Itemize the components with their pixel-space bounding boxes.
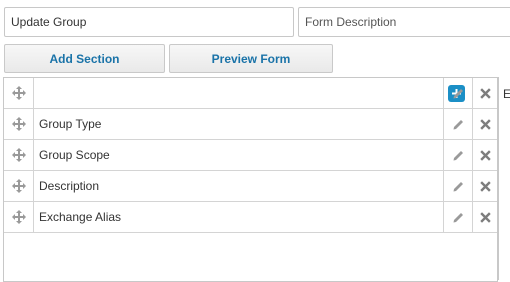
add-section-label: Add Section bbox=[49, 51, 120, 66]
form-fields-grid: Group Type Group Scope Description Excha… bbox=[3, 77, 498, 282]
clipped-column-text: E bbox=[503, 87, 510, 101]
preview-form-button[interactable]: Preview Form bbox=[169, 44, 333, 73]
delete-button[interactable] bbox=[472, 109, 497, 139]
drag-handle[interactable] bbox=[4, 202, 34, 232]
header-label-cell bbox=[34, 78, 465, 108]
edit-button[interactable] bbox=[443, 140, 472, 170]
edit-button[interactable] bbox=[443, 202, 472, 232]
table-row: Exchange Alias bbox=[4, 202, 497, 233]
close-icon bbox=[479, 149, 491, 161]
field-label: Group Type bbox=[34, 109, 443, 139]
pencil-icon bbox=[453, 150, 463, 160]
pencil-icon bbox=[453, 181, 463, 191]
header-drag-cell[interactable] bbox=[4, 78, 34, 108]
table-row: Description bbox=[4, 171, 497, 202]
header-edit-cell[interactable] bbox=[443, 78, 472, 108]
delete-button[interactable] bbox=[472, 140, 497, 170]
table-row: Group Scope bbox=[4, 140, 497, 171]
drag-handle[interactable] bbox=[4, 140, 34, 170]
form-name-input[interactable]: Update Group bbox=[4, 7, 294, 37]
pencil-icon bbox=[453, 88, 463, 98]
field-label-text: Group Type bbox=[39, 117, 102, 131]
field-label-text: Exchange Alias bbox=[39, 210, 122, 224]
pencil-icon bbox=[453, 119, 463, 129]
grid-header-row bbox=[4, 78, 497, 109]
drag-handle[interactable] bbox=[4, 171, 34, 201]
pencil-icon bbox=[453, 212, 463, 222]
delete-button[interactable] bbox=[472, 202, 497, 232]
field-label: Group Scope bbox=[34, 140, 443, 170]
move-icon bbox=[11, 117, 26, 131]
edit-button[interactable] bbox=[443, 109, 472, 139]
field-label: Description bbox=[34, 171, 443, 201]
preview-form-label: Preview Form bbox=[211, 51, 291, 66]
close-icon bbox=[479, 180, 491, 192]
table-row: Group Type bbox=[4, 109, 497, 140]
move-icon bbox=[11, 179, 26, 193]
drag-handle[interactable] bbox=[4, 109, 34, 139]
move-icon bbox=[11, 210, 26, 224]
add-section-button[interactable]: Add Section bbox=[4, 44, 165, 73]
edit-button[interactable] bbox=[443, 171, 472, 201]
field-label-text: Group Scope bbox=[39, 148, 110, 162]
move-icon bbox=[11, 148, 26, 162]
panel-divider bbox=[498, 77, 499, 280]
field-label: Exchange Alias bbox=[34, 202, 443, 232]
close-icon bbox=[479, 87, 491, 99]
header-delete-cell[interactable] bbox=[472, 78, 497, 108]
delete-button[interactable] bbox=[472, 171, 497, 201]
move-icon bbox=[11, 86, 26, 100]
form-description-input[interactable]: Form Description bbox=[298, 7, 510, 37]
close-icon bbox=[479, 211, 491, 223]
field-label-text: Description bbox=[39, 179, 100, 193]
close-icon bbox=[479, 118, 491, 130]
